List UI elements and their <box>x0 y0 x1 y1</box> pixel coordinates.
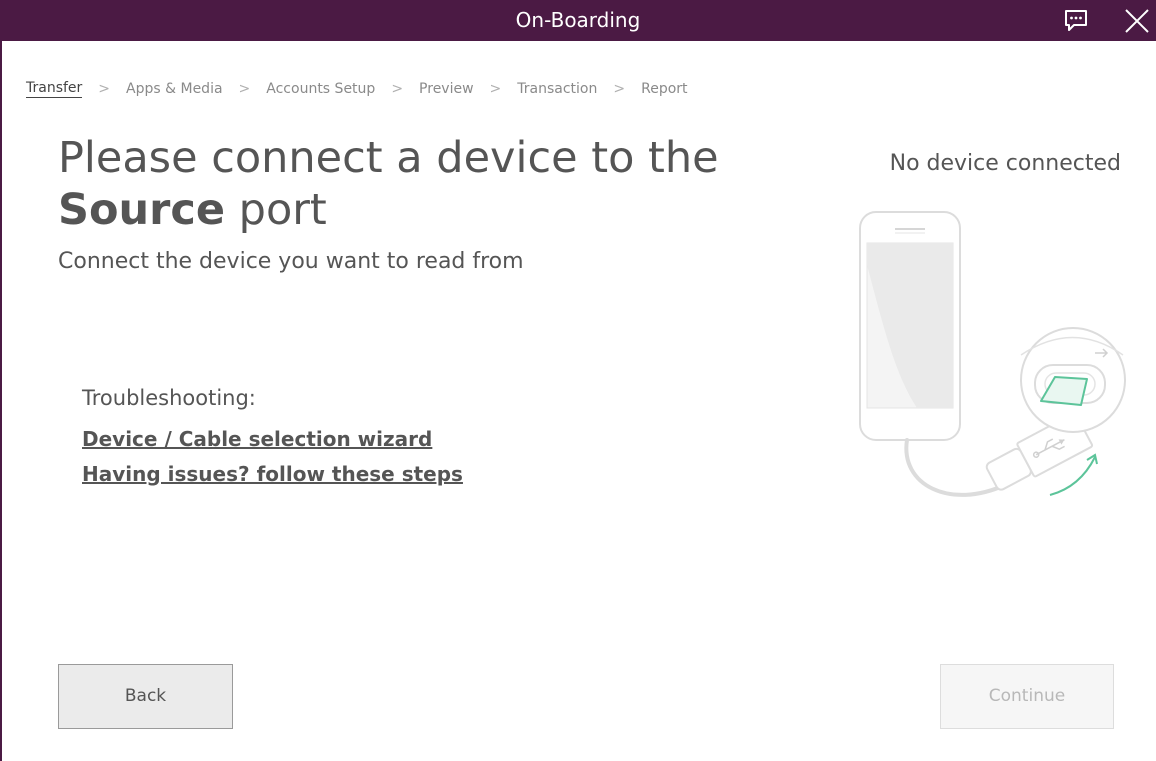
breadcrumb-separator-icon: > <box>391 81 404 97</box>
chat-bubble-icon[interactable] <box>1061 8 1091 34</box>
breadcrumb: Transfer > Apps & Media > Accounts Setup… <box>26 79 688 99</box>
title-bar: On-Boarding <box>0 0 1156 41</box>
breadcrumb-transfer[interactable]: Transfer <box>26 80 83 98</box>
breadcrumb-separator-icon: > <box>489 81 502 97</box>
page-title-source: Source <box>58 185 225 235</box>
cable-wizard-link[interactable]: Device / Cable selection wizard <box>82 427 432 451</box>
breadcrumb-separator-icon: > <box>238 81 251 97</box>
breadcrumb-accounts-setup[interactable]: Accounts Setup <box>266 81 375 97</box>
window-title: On-Boarding <box>515 8 641 32</box>
breadcrumb-separator-icon: > <box>613 81 626 97</box>
page-subtitle: Connect the device you want to read from <box>58 249 524 274</box>
continue-button[interactable]: Continue <box>940 664 1114 729</box>
page-title-port: port <box>224 185 327 235</box>
issues-steps-link[interactable]: Having issues? follow these steps <box>82 462 463 486</box>
breadcrumb-separator-icon: > <box>98 81 111 97</box>
troubleshooting-label: Troubleshooting: <box>82 386 256 410</box>
window-left-border <box>0 41 2 761</box>
page-title-line1: Please connect a device to the <box>58 133 719 183</box>
breadcrumb-report[interactable]: Report <box>641 81 687 97</box>
breadcrumb-apps-media[interactable]: Apps & Media <box>126 81 223 97</box>
page-title: Please connect a device to the Source po… <box>58 132 818 236</box>
breadcrumb-preview[interactable]: Preview <box>419 81 474 97</box>
device-status: No device connected <box>889 151 1121 176</box>
back-button[interactable]: Back <box>58 664 233 729</box>
breadcrumb-transaction[interactable]: Transaction <box>517 81 597 97</box>
close-icon[interactable] <box>1122 8 1152 34</box>
phone-usb-illustration <box>855 205 1130 505</box>
